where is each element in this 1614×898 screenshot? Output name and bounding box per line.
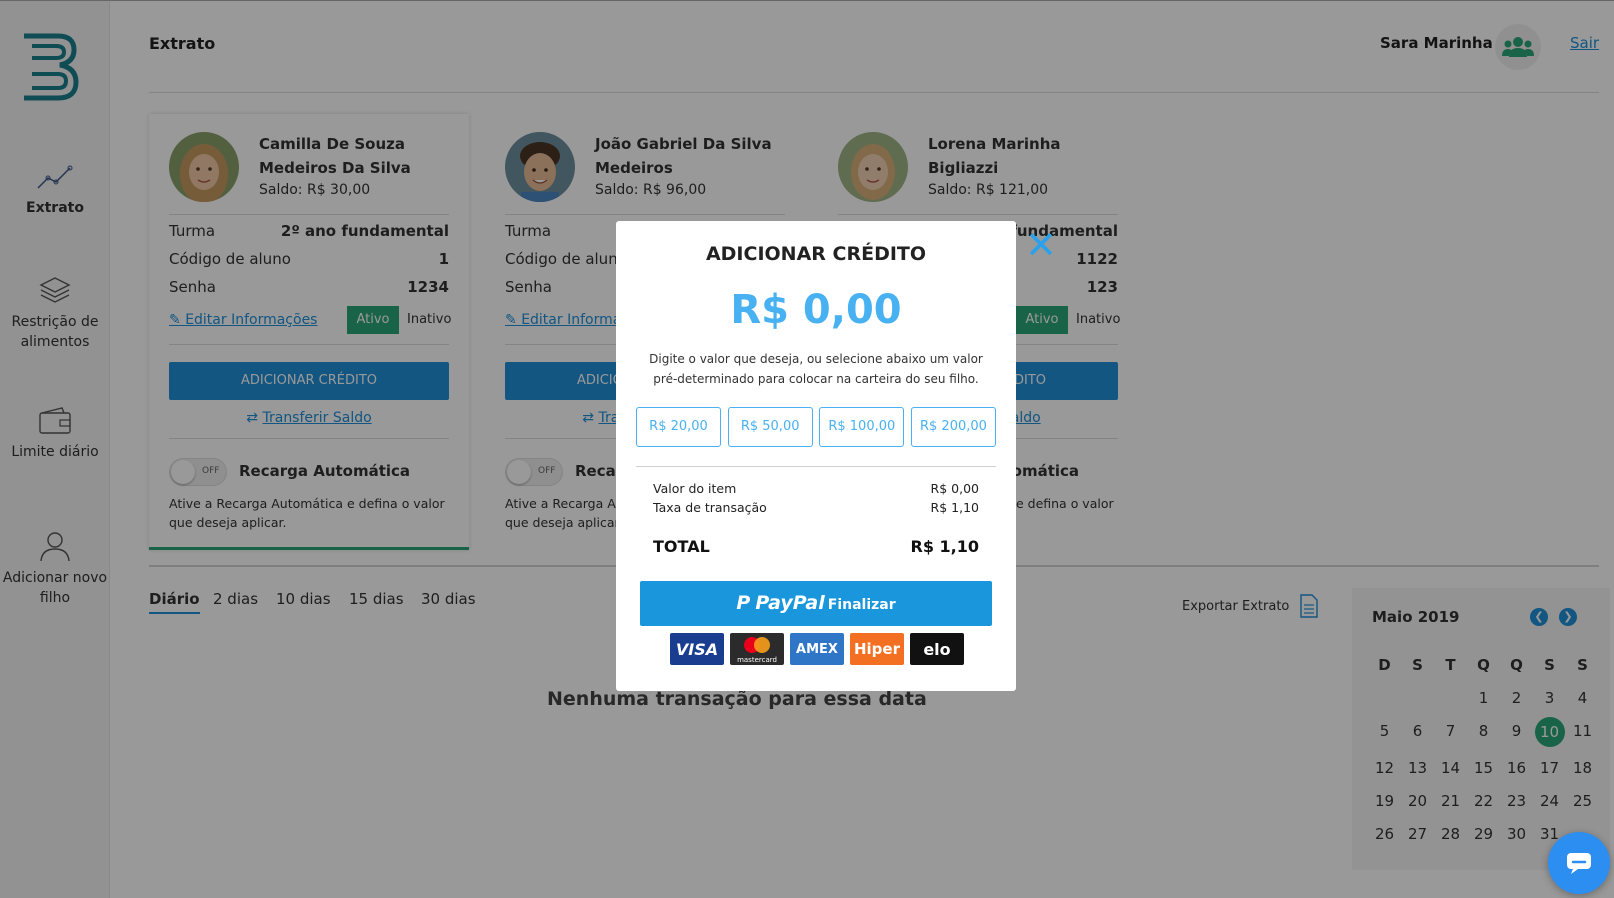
paypal-icon: P <box>736 592 751 614</box>
close-icon: ✕ <box>1025 223 1057 267</box>
item-value: R$ 0,00 <box>930 481 979 496</box>
top-border <box>0 0 1614 1</box>
fee-label: Taxa de transação <box>653 500 767 515</box>
elo-logo: elo <box>910 633 964 665</box>
total-row: TOTAL R$ 1,10 <box>653 537 979 556</box>
item-value-label: Valor do item <box>653 481 737 496</box>
item-value-row: Valor do item R$ 0,00 <box>653 481 979 496</box>
preset-amounts: R$ 20,00 R$ 50,00 R$ 100,00 R$ 200,00 <box>636 407 996 447</box>
card-brands: VISA mastercard AMEX Hiper elo <box>670 633 964 665</box>
paypal-label: PayPal <box>755 592 825 614</box>
hiper-logo: Hiper <box>850 633 904 665</box>
preset-200-button[interactable]: R$ 200,00 <box>910 407 996 447</box>
chat-icon <box>1567 853 1591 874</box>
modal-title: ADICIONAR CRÉDITO <box>705 243 927 265</box>
fee-row: Taxa de transação R$ 1,10 <box>653 500 979 515</box>
paypal-finalize-button[interactable]: P PayPal Finalizar <box>640 581 992 626</box>
modal-divider <box>636 466 996 467</box>
chat-button[interactable] <box>1548 832 1610 894</box>
preset-50-button[interactable]: R$ 50,00 <box>727 407 813 447</box>
add-credit-modal: ADICIONAR CRÉDITO R$ 0,00 Digite o valor… <box>616 221 1016 691</box>
preset-20-button[interactable]: R$ 20,00 <box>636 407 721 447</box>
amex-logo: AMEX <box>790 633 844 665</box>
fee-value: R$ 1,10 <box>930 500 979 515</box>
mastercard-logo: mastercard <box>730 633 784 665</box>
total-label: TOTAL <box>653 537 710 556</box>
preset-100-button[interactable]: R$ 100,00 <box>819 407 905 447</box>
finalize-label: Finalizar <box>827 597 896 613</box>
amount-input[interactable]: R$ 0,00 <box>616 287 1016 333</box>
total-value: R$ 1,10 <box>910 537 980 556</box>
modal-description: Digite o valor que deseja, ou selecione … <box>649 352 983 386</box>
visa-logo: VISA <box>670 633 724 665</box>
close-modal-button[interactable]: ✕ <box>1024 226 1058 264</box>
